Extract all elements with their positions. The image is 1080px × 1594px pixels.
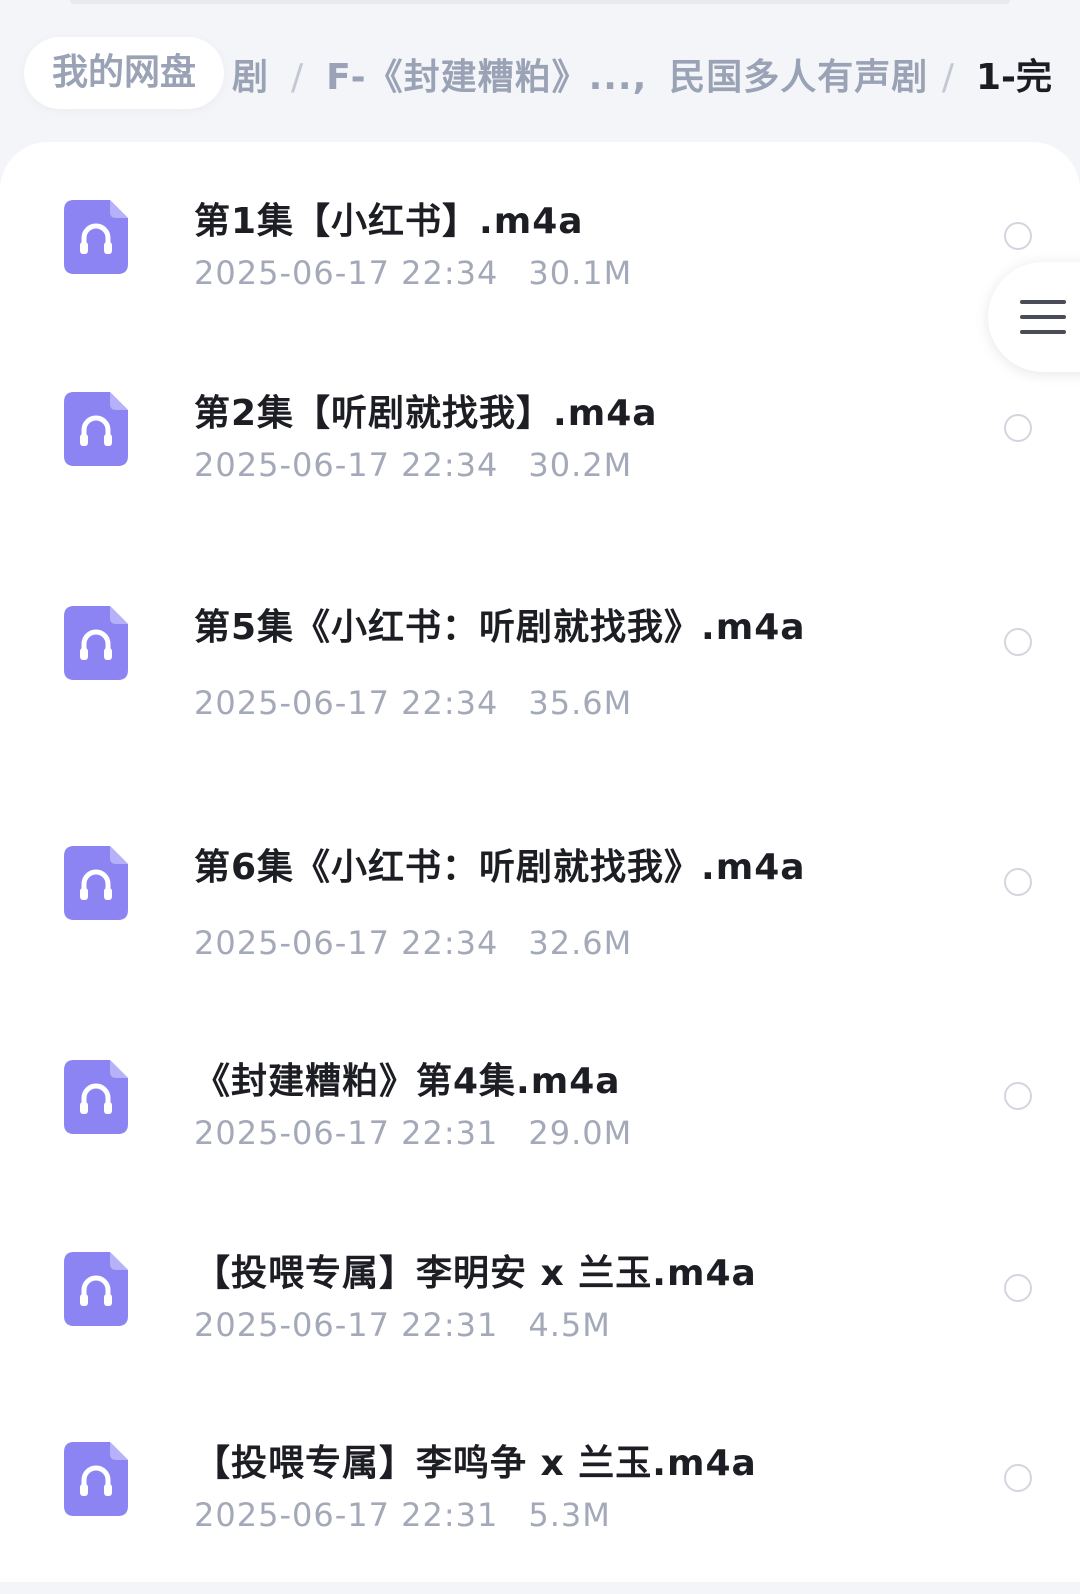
breadcrumb-current: / 1-完 bbox=[928, 48, 1052, 100]
select-radio[interactable] bbox=[1004, 1274, 1032, 1302]
file-name: 《封建糟粕》第4集.m4a bbox=[194, 1061, 621, 1102]
breadcrumb-current-folder: 1-完 bbox=[976, 57, 1052, 98]
file-date: 2025-06-17 22:31 bbox=[194, 1114, 499, 1152]
hamburger-menu-icon bbox=[1020, 315, 1066, 319]
audio-file-icon bbox=[64, 1442, 128, 1516]
audio-file-icon bbox=[64, 200, 128, 274]
file-date: 2025-06-17 22:34 bbox=[194, 254, 499, 292]
audio-file-icon bbox=[64, 606, 128, 680]
file-meta: 2025-06-17 22:31 29.0M bbox=[194, 1114, 632, 1152]
file-meta: 2025-06-17 22:31 5.3M bbox=[194, 1496, 611, 1534]
audio-file-icon bbox=[64, 1252, 128, 1326]
breadcrumb-home-button[interactable]: 我的网盘 bbox=[24, 37, 225, 109]
file-meta: 2025-06-17 22:31 4.5M bbox=[194, 1306, 611, 1344]
file-size: 5.3M bbox=[528, 1496, 611, 1534]
hamburger-menu-icon bbox=[1020, 330, 1066, 334]
file-name: 第1集【小红书】.m4a bbox=[194, 201, 584, 242]
breadcrumb-trail: 剧 / F-《封建糟粕》..., 民国多人有声剧 bbox=[232, 48, 928, 100]
breadcrumb-item-f-folder[interactable]: F-《封建糟粕》..., bbox=[326, 57, 647, 98]
breadcrumb-separator: / bbox=[941, 57, 954, 98]
breadcrumb-separator: / bbox=[291, 57, 305, 98]
file-date: 2025-06-17 22:31 bbox=[194, 1306, 499, 1344]
breadcrumb-item-partial[interactable]: 剧 bbox=[232, 57, 269, 98]
file-size: 4.5M bbox=[528, 1306, 611, 1344]
file-row[interactable]: 第2集【听剧就找我】.m4a 2025-06-17 22:34 30.2M bbox=[0, 374, 1080, 544]
select-radio[interactable] bbox=[1004, 1082, 1032, 1110]
file-row[interactable]: 第5集《小红书：听剧就找我》.m4a 2025-06-17 22:34 35.6M bbox=[0, 588, 1080, 758]
file-row[interactable]: 【投喂专属】李明安 x 兰玉.m4a 2025-06-17 22:31 4.5M bbox=[0, 1234, 1080, 1404]
file-row[interactable]: 第1集【小红书】.m4a 2025-06-17 22:34 30.1M bbox=[0, 182, 1080, 352]
file-date: 2025-06-17 22:34 bbox=[194, 684, 499, 722]
file-size: 30.2M bbox=[528, 446, 633, 484]
breadcrumb-item-drama-folder[interactable]: 民国多人有声剧 bbox=[669, 57, 928, 98]
select-radio[interactable] bbox=[1004, 628, 1032, 656]
select-radio[interactable] bbox=[1004, 222, 1032, 250]
audio-file-icon bbox=[64, 392, 128, 466]
file-date: 2025-06-17 22:34 bbox=[194, 924, 499, 962]
file-meta: 2025-06-17 22:34 30.1M bbox=[194, 254, 632, 292]
file-meta: 2025-06-17 22:34 35.6M bbox=[194, 684, 632, 722]
file-row[interactable]: 《封建糟粕》第4集.m4a 2025-06-17 22:31 29.0M bbox=[0, 1042, 1080, 1212]
file-size: 35.6M bbox=[528, 684, 633, 722]
file-name: 第2集【听剧就找我】.m4a bbox=[194, 393, 658, 434]
select-radio[interactable] bbox=[1004, 868, 1032, 896]
file-meta: 2025-06-17 22:34 32.6M bbox=[194, 924, 632, 962]
file-size: 32.6M bbox=[528, 924, 633, 962]
file-name: 第5集《小红书：听剧就找我》.m4a bbox=[194, 607, 806, 648]
file-size: 30.1M bbox=[528, 254, 633, 292]
audio-file-icon bbox=[64, 1060, 128, 1134]
hamburger-menu-icon bbox=[1020, 300, 1066, 304]
file-date: 2025-06-17 22:34 bbox=[194, 446, 499, 484]
file-name: 【投喂专属】李鸣争 x 兰玉.m4a bbox=[194, 1443, 757, 1484]
breadcrumb: 剧 / F-《封建糟粕》..., 民国多人有声剧 / 1-完 我的网盘 bbox=[0, 30, 1080, 120]
select-radio[interactable] bbox=[1004, 414, 1032, 442]
audio-file-icon bbox=[64, 846, 128, 920]
select-radio[interactable] bbox=[1004, 1464, 1032, 1492]
file-meta: 2025-06-17 22:34 30.2M bbox=[194, 446, 632, 484]
file-row[interactable]: 【投喂专属】李鸣争 x 兰玉.m4a 2025-06-17 22:31 5.3M bbox=[0, 1424, 1080, 1594]
file-size: 29.0M bbox=[528, 1114, 633, 1152]
file-date: 2025-06-17 22:31 bbox=[194, 1496, 499, 1534]
file-name: 第6集《小红书：听剧就找我》.m4a bbox=[194, 847, 806, 888]
file-list: 第1集【小红书】.m4a 2025-06-17 22:34 30.1M 第2集【听… bbox=[0, 142, 1080, 1582]
file-name: 【投喂专属】李明安 x 兰玉.m4a bbox=[194, 1253, 757, 1294]
top-divider bbox=[70, 0, 1010, 4]
file-row[interactable]: 第6集《小红书：听剧就找我》.m4a 2025-06-17 22:34 32.6M bbox=[0, 828, 1080, 998]
